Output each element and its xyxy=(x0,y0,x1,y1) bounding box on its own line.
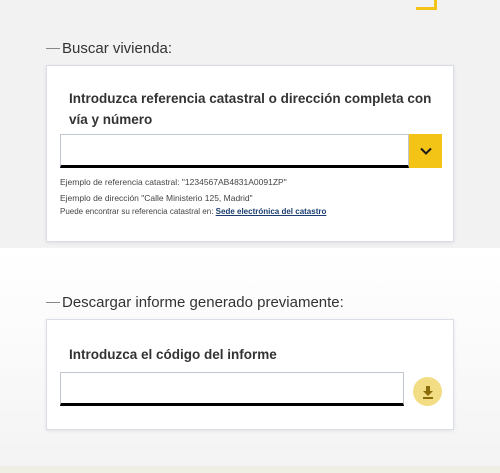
download-card: Introduzca el código del informe xyxy=(46,319,454,430)
title-dash xyxy=(46,48,60,49)
chevron-down-icon xyxy=(419,147,432,155)
download-section-title: Descargar informe generado previamente: xyxy=(46,294,344,311)
download-icon xyxy=(422,385,433,399)
page-bottom-edge xyxy=(0,466,500,473)
search-section-title: Buscar vivienda: xyxy=(46,40,172,57)
dropdown-toggle-button[interactable] xyxy=(409,134,442,168)
title-dash xyxy=(46,302,60,303)
find-reference-hint: Puede encontrar su referencia catastral … xyxy=(60,207,326,216)
search-card: Introduzca referencia catastral o direcc… xyxy=(46,65,454,242)
download-prompt: Introduzca el código del informe xyxy=(69,347,277,362)
download-section-title-text: Descargar informe generado previamente: xyxy=(62,294,344,311)
search-prompt: Introduzca referencia catastral o direcc… xyxy=(69,91,432,127)
download-button[interactable] xyxy=(413,377,442,406)
find-reference-text: Puede encontrar su referencia catastral … xyxy=(60,207,216,216)
decorative-corner-mark xyxy=(416,0,437,10)
example-reference-hint: Ejemplo de referencia catastral: "123456… xyxy=(60,177,287,187)
example-address-hint: Ejemplo de dirección "Calle Ministerio 1… xyxy=(60,193,253,203)
search-section-title-text: Buscar vivienda: xyxy=(62,40,173,57)
report-code-input[interactable] xyxy=(60,372,404,406)
catastro-link[interactable]: Sede electrónica del catastro xyxy=(216,207,327,216)
address-search-input[interactable] xyxy=(60,134,409,168)
